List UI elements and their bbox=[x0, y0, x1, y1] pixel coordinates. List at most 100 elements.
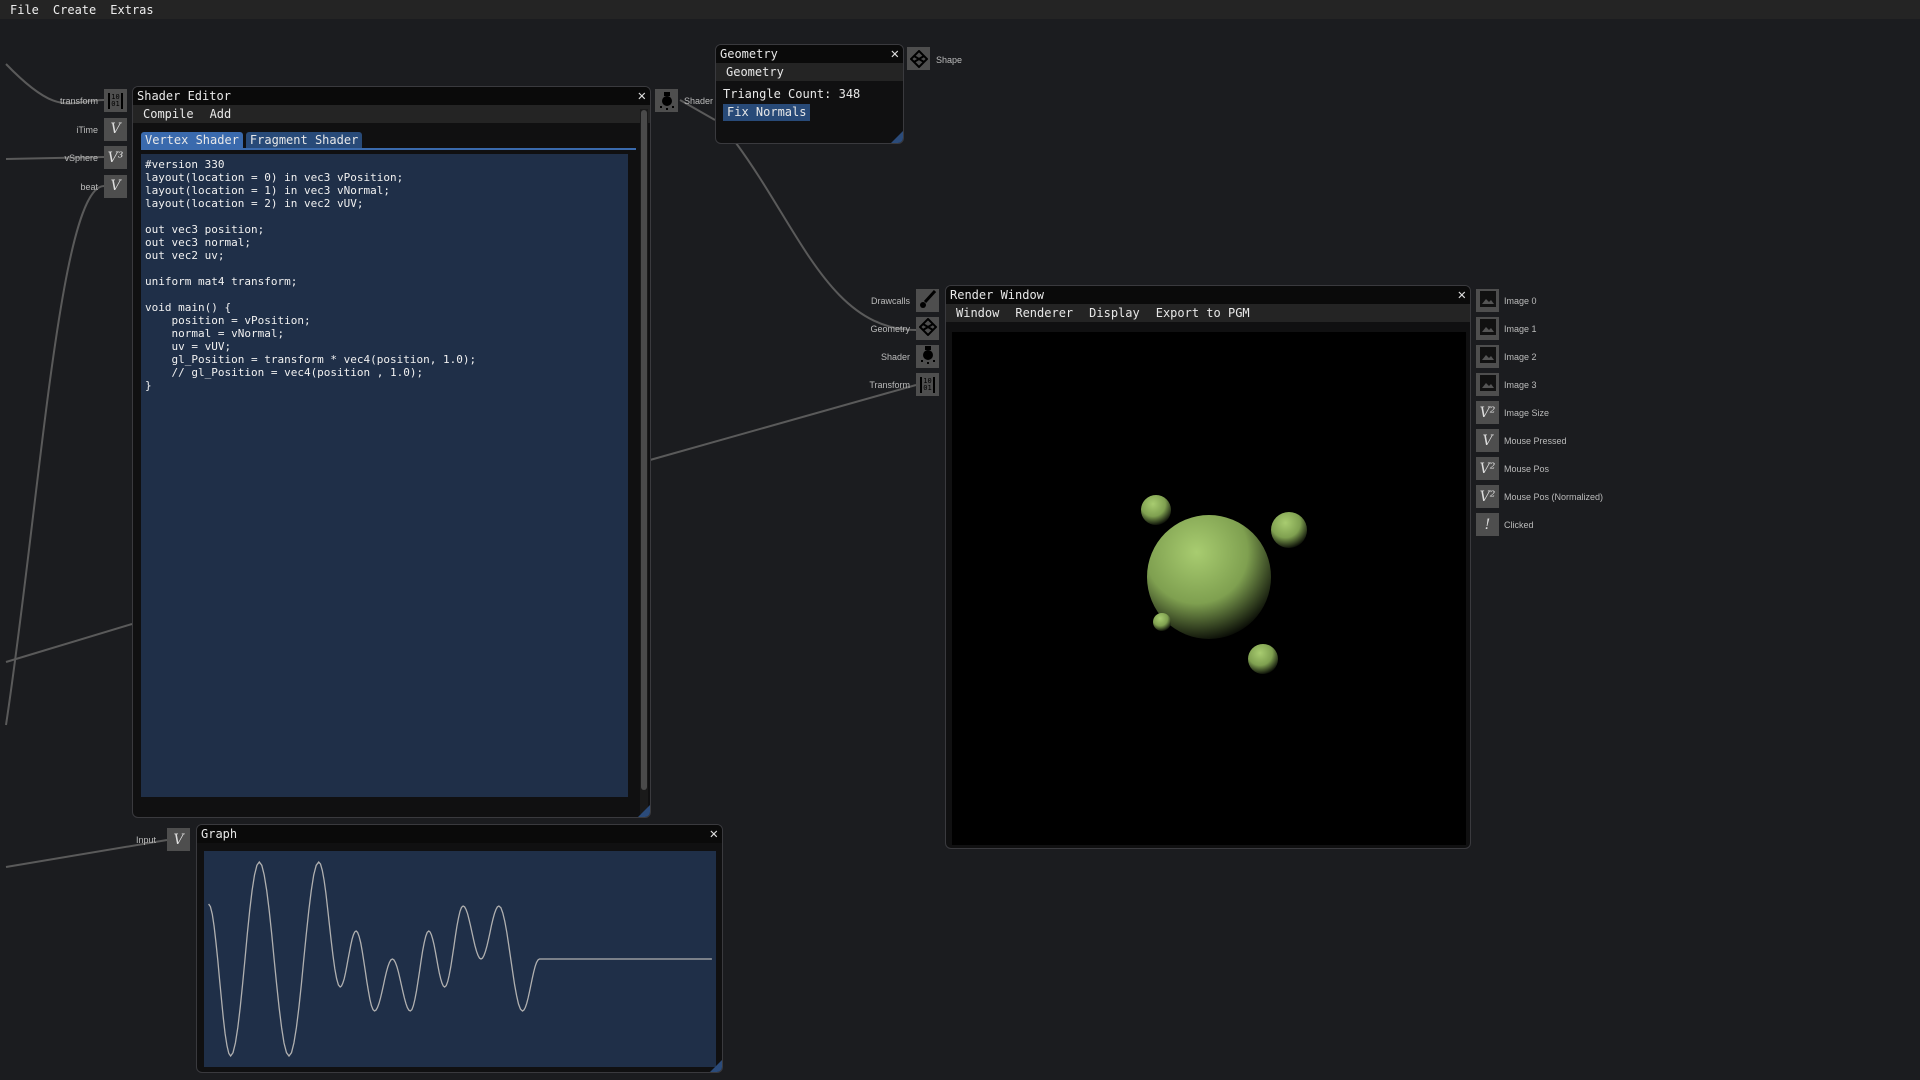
shader-editor-menu: Compile Add bbox=[133, 105, 650, 123]
output-pin-mouse-pos-normalized-[interactable]: V² bbox=[1476, 485, 1499, 508]
graph-titlebar[interactable]: Graph ✕ bbox=[197, 825, 722, 843]
pin-label: Mouse Pressed bbox=[1504, 436, 1567, 446]
v2-icon: V² bbox=[1479, 488, 1496, 505]
renderer-menu[interactable]: Renderer bbox=[1015, 306, 1073, 320]
input-pin-beat[interactable]: V bbox=[104, 174, 127, 198]
image-icon bbox=[1479, 346, 1497, 368]
pin-label: Geometry bbox=[870, 324, 910, 334]
pin-label: Image Size bbox=[1504, 408, 1550, 418]
pin-label: Mouse Pos bbox=[1504, 464, 1550, 474]
shape-output-pin[interactable] bbox=[907, 47, 930, 70]
shape-output-label: Shape bbox=[936, 55, 963, 65]
input-pin-vsphere[interactable]: V³ bbox=[104, 146, 127, 169]
tab-vertex-shader[interactable]: Vertex Shader bbox=[141, 132, 243, 148]
input-pin-shader[interactable] bbox=[916, 345, 939, 368]
pin-label: iTime bbox=[76, 124, 98, 135]
shader-output-pin[interactable] bbox=[655, 89, 678, 112]
render-titlebar[interactable]: Render Window ✕ bbox=[946, 286, 1470, 304]
pin-label: vSphere bbox=[64, 153, 98, 163]
output-pin-image-0[interactable] bbox=[1476, 289, 1499, 312]
window-title: Geometry bbox=[720, 47, 778, 61]
pin-label: Image 1 bbox=[1504, 324, 1537, 334]
cube-icon bbox=[909, 49, 928, 68]
close-icon[interactable]: ✕ bbox=[891, 45, 899, 63]
close-icon[interactable]: ✕ bbox=[1458, 286, 1466, 304]
graph-window: Graph ✕ bbox=[196, 824, 723, 1073]
input-pin-drawcalls[interactable] bbox=[916, 289, 939, 312]
moon bbox=[1248, 644, 1278, 674]
moon bbox=[1153, 613, 1171, 631]
graph-input-pin[interactable]: V bbox=[167, 828, 190, 851]
resize-grip[interactable] bbox=[891, 131, 903, 143]
v-icon: V bbox=[110, 121, 121, 137]
output-pin-clicked[interactable]: ! bbox=[1476, 513, 1499, 536]
triangle-count: Triangle Count: 348 bbox=[723, 87, 861, 101]
lightbulb-icon bbox=[659, 91, 674, 110]
shader-editor-titlebar[interactable]: Shader Editor ✕ bbox=[133, 87, 650, 105]
v2-icon: V² bbox=[1479, 404, 1496, 421]
geometry-menu: Geometry bbox=[716, 63, 903, 81]
window-title: Render Window bbox=[950, 288, 1044, 302]
v2-icon: V² bbox=[1479, 460, 1496, 477]
input-pin-geometry[interactable] bbox=[916, 317, 939, 340]
pin-label: Image 0 bbox=[1504, 296, 1537, 306]
output-pin-mouse-pos[interactable]: V² bbox=[1476, 457, 1499, 480]
v3-icon: V³ bbox=[107, 149, 124, 166]
tab-fragment-shader[interactable]: Fragment Shader bbox=[245, 132, 363, 148]
pin-label: Transform bbox=[869, 380, 910, 390]
image-icon bbox=[1479, 290, 1497, 312]
geometry-body: Triangle Count: 348 Fix Normals bbox=[716, 81, 903, 121]
lightbulb-icon bbox=[920, 345, 936, 368]
graph-plot bbox=[204, 851, 716, 1067]
pin-label: Drawcalls bbox=[870, 296, 910, 306]
render-viewport[interactable] bbox=[952, 332, 1466, 845]
add-menu[interactable]: Add bbox=[210, 107, 232, 121]
geometry-titlebar[interactable]: Geometry ✕ bbox=[716, 45, 903, 63]
matrix-icon: 10 01 bbox=[108, 92, 123, 109]
render-menu: Window Renderer Display Export to PGM bbox=[946, 304, 1470, 322]
v-icon: V bbox=[173, 831, 184, 848]
geometry-menu-item[interactable]: Geometry bbox=[726, 65, 784, 79]
resize-grip[interactable] bbox=[638, 805, 650, 817]
window-title: Graph bbox=[201, 827, 238, 841]
geometry-window: Geometry ✕ Geometry Triangle Count: 348 F… bbox=[715, 44, 904, 144]
image-icon bbox=[1479, 374, 1497, 396]
pin-label: Shader bbox=[880, 352, 910, 362]
shader-code[interactable]: #version 330 layout(location = 0) in vec… bbox=[145, 158, 624, 392]
graph-input-label: Input bbox=[136, 835, 157, 845]
output-pin-image-2[interactable] bbox=[1476, 345, 1499, 368]
compile-menu[interactable]: Compile bbox=[143, 107, 194, 121]
input-pin-itime[interactable]: V bbox=[104, 117, 127, 141]
scrollbar[interactable] bbox=[640, 109, 648, 814]
wire-beat bbox=[5, 185, 105, 726]
moon bbox=[1271, 512, 1307, 548]
wire-left-editor bbox=[5, 623, 133, 663]
shader-editor-window: Shader Editor ✕ Compile Add Vertex Shader… bbox=[132, 86, 651, 818]
display-menu[interactable]: Display bbox=[1089, 306, 1140, 320]
code-editor[interactable]: #version 330 layout(location = 0) in vec… bbox=[141, 154, 628, 797]
exclamation-icon: ! bbox=[1484, 516, 1491, 533]
brush-icon bbox=[919, 289, 936, 312]
fix-normals-button[interactable]: Fix Normals bbox=[723, 104, 811, 121]
export-pgm-menu[interactable]: Export to PGM bbox=[1156, 306, 1250, 320]
input-pin-transform[interactable]: 10 01 bbox=[104, 89, 127, 112]
moon bbox=[1141, 495, 1171, 525]
output-pin-image-1[interactable] bbox=[1476, 317, 1499, 340]
close-icon[interactable]: ✕ bbox=[638, 87, 646, 105]
v-icon: V bbox=[1482, 432, 1493, 449]
wire-editor-transform bbox=[649, 384, 917, 461]
render-window: Render Window ✕ Window Renderer Display E… bbox=[945, 285, 1471, 849]
pin-label: Image 3 bbox=[1504, 380, 1537, 390]
window-menu[interactable]: Window bbox=[956, 306, 999, 320]
pin-label: beat bbox=[80, 181, 98, 192]
pin-label: Mouse Pos (Normalized) bbox=[1504, 492, 1604, 502]
image-icon bbox=[1479, 318, 1497, 340]
shader-output-label: Shader bbox=[684, 96, 714, 106]
resize-grip[interactable] bbox=[710, 1060, 722, 1072]
output-pin-image-size[interactable]: V² bbox=[1476, 401, 1499, 424]
output-pin-image-3[interactable] bbox=[1476, 373, 1499, 396]
input-pin-transform[interactable]: 10 01 bbox=[916, 373, 939, 396]
close-icon[interactable]: ✕ bbox=[710, 825, 718, 843]
pin-label: Clicked bbox=[1504, 520, 1534, 530]
output-pin-mouse-pressed[interactable]: V bbox=[1476, 429, 1499, 452]
